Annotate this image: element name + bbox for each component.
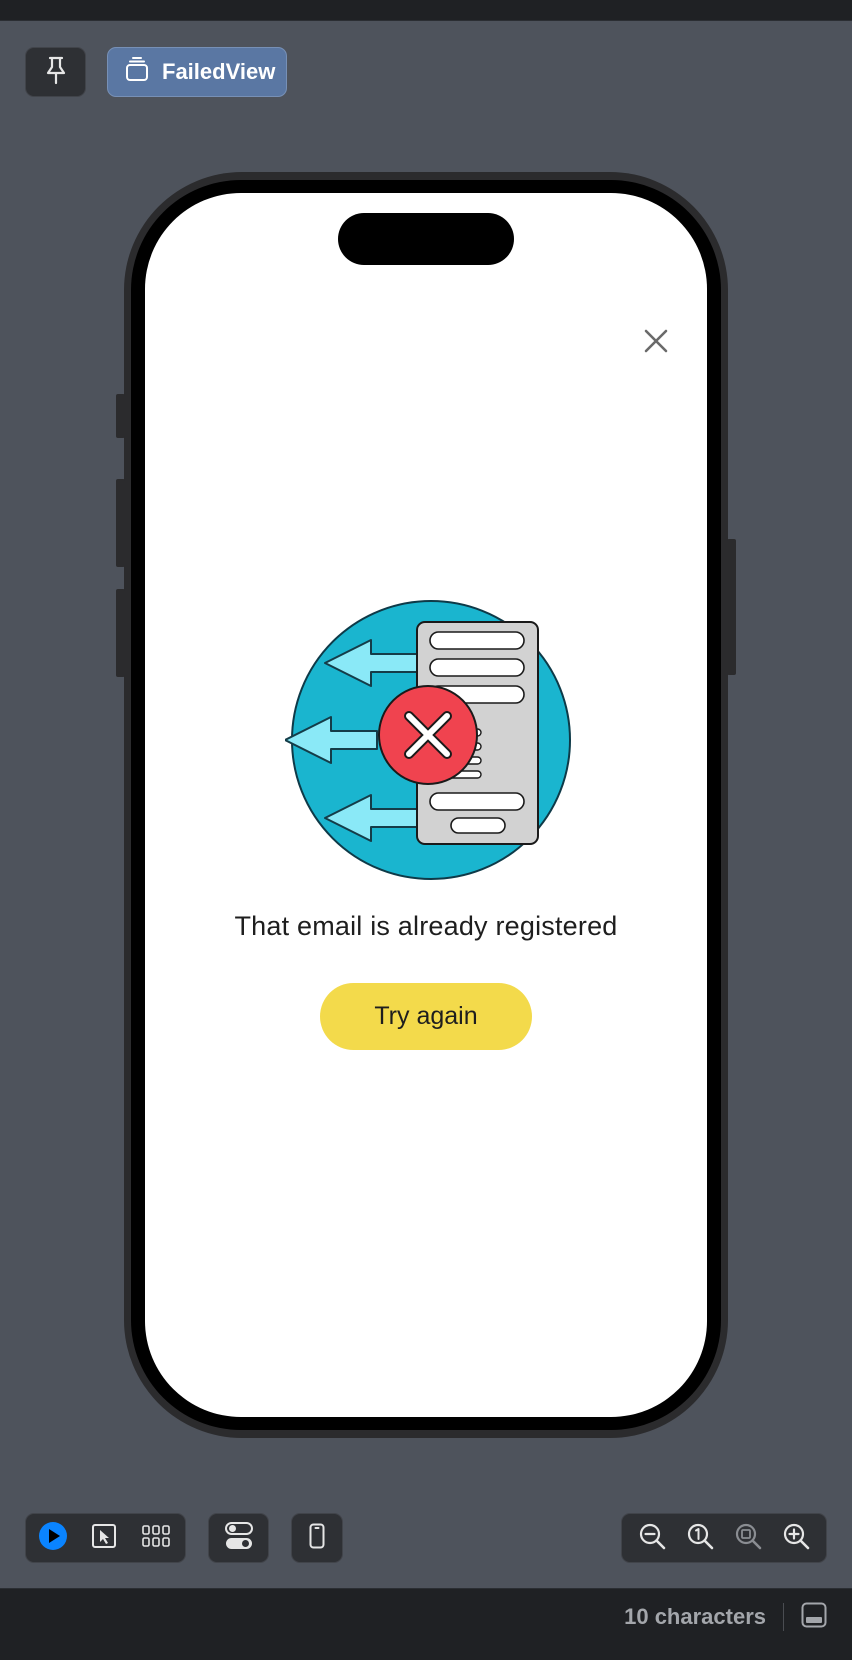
zoom-to-fit-icon: [734, 1522, 762, 1555]
variants-button[interactable]: [127, 1514, 185, 1562]
panel-toggle-button[interactable]: [800, 1602, 828, 1633]
close-icon: [643, 328, 669, 359]
device-settings-button[interactable]: [208, 1513, 269, 1563]
zoom-100-button[interactable]: [678, 1514, 722, 1562]
zoom-out-icon: [638, 1522, 666, 1555]
live-preview-button[interactable]: [26, 1514, 80, 1562]
zoom-controls-group: [621, 1513, 827, 1563]
selectable-icon: [91, 1523, 117, 1554]
zoom-out-button[interactable]: [630, 1514, 674, 1562]
dynamic-island: [338, 213, 514, 265]
device-button[interactable]: [291, 1513, 343, 1563]
zoom-to-fit-button[interactable]: [726, 1514, 770, 1562]
pin-icon: [43, 55, 69, 90]
try-again-button[interactable]: Try again: [320, 983, 532, 1050]
device-power-button: [727, 539, 736, 675]
window-top-bar: [0, 0, 852, 21]
error-message: That email is already registered: [234, 911, 618, 941]
device-action-button: [116, 394, 125, 438]
device-icon: [309, 1523, 325, 1554]
preview-mode-group: [25, 1513, 186, 1563]
device-volume-up-button: [116, 479, 125, 567]
device-volume-down-button: [116, 589, 125, 677]
zoom-in-icon: [782, 1522, 810, 1555]
preview-selector-chip[interactable]: FailedView: [107, 47, 287, 97]
stack-icon: [124, 56, 150, 88]
pin-button[interactable]: [25, 47, 86, 97]
panel-toggle-icon: [801, 1602, 827, 1633]
device-settings-icon: [224, 1521, 253, 1556]
try-again-label: Try again: [374, 1002, 478, 1030]
zoom-100-icon: [686, 1522, 714, 1555]
device-screen: That email is already registered Try aga…: [145, 193, 707, 1417]
variants-icon: [142, 1524, 170, 1552]
preview-view-name: FailedView: [162, 59, 276, 84]
registration-failed-illustration: [284, 595, 575, 885]
close-button[interactable]: [634, 321, 678, 365]
selectable-mode-button[interactable]: [80, 1514, 128, 1562]
status-divider: [783, 1603, 784, 1631]
live-preview-icon: [38, 1521, 68, 1556]
character-count: 10 characters: [624, 1604, 766, 1629]
zoom-in-button[interactable]: [774, 1514, 818, 1562]
